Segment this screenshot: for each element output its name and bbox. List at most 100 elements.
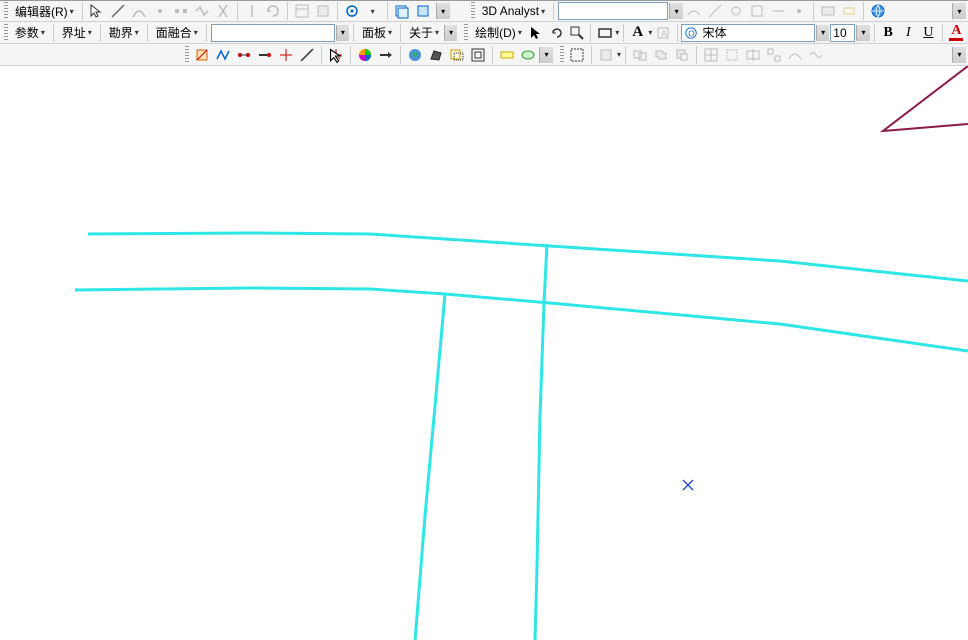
connect-points-icon[interactable] bbox=[234, 45, 254, 65]
globe-icon[interactable] bbox=[868, 1, 888, 21]
panel-menu[interactable]: 面板▾ bbox=[358, 22, 396, 43]
pointer-tool-icon[interactable] bbox=[87, 1, 107, 21]
separator bbox=[53, 24, 54, 42]
toolbar-grip bbox=[560, 46, 564, 64]
toolbar-row-2: 参数▾ 界址▾ 勘界▾ 面融合▾ ▾ 面板▾ 关于▾ ▾ 绘制(D)▾ ▾ A … bbox=[0, 22, 968, 44]
toolbar-row-3: ▾ ▾ ▾ bbox=[0, 44, 968, 66]
trace-tool-icon[interactable] bbox=[213, 45, 233, 65]
create-polygon-icon[interactable] bbox=[192, 45, 212, 65]
generalize-tool-icon bbox=[785, 45, 805, 65]
separator bbox=[590, 24, 591, 42]
select-rect-icon[interactable] bbox=[567, 45, 587, 65]
survey-menu[interactable]: 勘界▾ bbox=[105, 22, 143, 43]
separator bbox=[863, 2, 864, 20]
align-tool-icon[interactable] bbox=[376, 45, 396, 65]
cut-tool-icon bbox=[213, 1, 233, 21]
intersect-tool-icon[interactable] bbox=[297, 45, 317, 65]
merge-tool-icon bbox=[630, 45, 650, 65]
select-elements-icon[interactable] bbox=[527, 23, 546, 43]
extend-line-icon[interactable] bbox=[255, 45, 275, 65]
smooth-tool-icon bbox=[806, 45, 826, 65]
font-preview-icon: O bbox=[684, 26, 698, 40]
italic-button[interactable]: I bbox=[899, 23, 918, 43]
world-tool-icon[interactable] bbox=[405, 45, 425, 65]
text-tool-icon[interactable]: A bbox=[628, 23, 647, 43]
burst-tool-icon[interactable] bbox=[326, 45, 346, 65]
feature-boundary bbox=[883, 66, 968, 131]
merge-menu[interactable]: 面融合▾ bbox=[152, 22, 202, 43]
contour-tool-icon bbox=[684, 1, 704, 21]
shape-dropdown-icon[interactable]: ▾ bbox=[615, 28, 619, 37]
separator bbox=[677, 24, 678, 42]
font-name: 宋体 bbox=[702, 24, 726, 41]
mask-tool-icon[interactable] bbox=[447, 45, 467, 65]
cursor-overlay-icon bbox=[329, 48, 345, 64]
polygon-tool-icon[interactable] bbox=[426, 45, 446, 65]
font-size-combo[interactable]: 10 bbox=[830, 24, 855, 42]
cross-tool-icon[interactable] bbox=[276, 45, 296, 65]
layer-combo-arrow[interactable]: ▾ bbox=[669, 3, 683, 19]
union-tool-icon bbox=[651, 45, 671, 65]
line-tool-icon[interactable] bbox=[108, 1, 128, 21]
separator bbox=[237, 2, 238, 20]
svg-text:A: A bbox=[661, 29, 667, 39]
color-wheel-icon[interactable] bbox=[355, 45, 375, 65]
highlight-tool-icon[interactable] bbox=[497, 45, 517, 65]
layer-select-combo[interactable] bbox=[211, 24, 335, 42]
explode-tool-icon bbox=[764, 45, 784, 65]
shape-tool-icon[interactable] bbox=[518, 45, 538, 65]
separator bbox=[147, 24, 148, 42]
toolbar-overflow-icon[interactable]: ▾ bbox=[436, 3, 450, 19]
sketch-props-icon bbox=[313, 1, 333, 21]
map-canvas[interactable] bbox=[0, 66, 968, 640]
toolbar-grip bbox=[464, 24, 468, 42]
construct-icon[interactable] bbox=[413, 1, 433, 21]
bold-button[interactable]: B bbox=[879, 23, 898, 43]
text-dropdown-icon[interactable]: ▾ bbox=[648, 28, 652, 37]
toolbar-overflow-icon[interactable]: ▾ bbox=[952, 3, 966, 19]
target-icon[interactable]: ▾ bbox=[363, 1, 383, 21]
interpolate-point-icon bbox=[789, 1, 809, 21]
layer-select-arrow[interactable]: ▾ bbox=[336, 25, 349, 41]
toolbar-overflow-icon[interactable]: ▾ bbox=[444, 25, 457, 41]
analyst-menu[interactable]: 3D Analyst▾ bbox=[478, 2, 549, 20]
edit-vertex-icon bbox=[171, 1, 191, 21]
frame-tool-icon[interactable] bbox=[468, 45, 488, 65]
editor-menu[interactable]: 编辑器(R)▾ bbox=[11, 1, 78, 22]
separator bbox=[400, 46, 401, 64]
draw-menu[interactable]: 绘制(D)▾ bbox=[471, 22, 526, 43]
separator bbox=[813, 2, 814, 20]
boundary-menu[interactable]: 界址▾ bbox=[58, 22, 96, 43]
separator bbox=[353, 24, 354, 42]
separator bbox=[206, 24, 207, 42]
font-combo[interactable]: O 宋体 bbox=[681, 24, 814, 42]
font-color-button[interactable]: A bbox=[947, 23, 966, 43]
reshape-tool-icon bbox=[192, 1, 212, 21]
zoom-to-selected-icon[interactable] bbox=[567, 23, 586, 43]
params-menu[interactable]: 参数▾ bbox=[11, 22, 49, 43]
create-features-icon[interactable] bbox=[392, 1, 412, 21]
separator bbox=[287, 2, 288, 20]
feature-roads bbox=[75, 233, 968, 640]
toolbar-grip bbox=[4, 2, 8, 20]
about-menu[interactable]: 关于▾ bbox=[405, 22, 443, 43]
crop-tool-icon bbox=[722, 45, 742, 65]
separator bbox=[350, 46, 351, 64]
los-tool-icon bbox=[726, 1, 746, 21]
toolbar-overflow-icon[interactable]: ▾ bbox=[539, 47, 553, 63]
snapping-icon[interactable] bbox=[342, 1, 362, 21]
separator bbox=[82, 2, 83, 20]
font-combo-arrow[interactable]: ▾ bbox=[816, 25, 829, 41]
profile-tool-icon bbox=[747, 1, 767, 21]
font-size-arrow[interactable]: ▾ bbox=[856, 25, 869, 41]
underline-button[interactable]: U bbox=[919, 23, 938, 43]
rotate-icon[interactable] bbox=[547, 23, 566, 43]
clip-dropdown-icon[interactable]: ▾ bbox=[617, 50, 621, 59]
attributes-icon bbox=[292, 1, 312, 21]
separator bbox=[696, 46, 697, 64]
toolbar-overflow-icon[interactable]: ▾ bbox=[952, 47, 966, 63]
rectangle-tool-icon[interactable] bbox=[595, 23, 614, 43]
subtract-tool-icon bbox=[672, 45, 692, 65]
layer-combo[interactable] bbox=[558, 2, 668, 20]
toolbar-row-1: 编辑器(R)▾ ▾ ▾ 3D Ana bbox=[0, 0, 968, 22]
